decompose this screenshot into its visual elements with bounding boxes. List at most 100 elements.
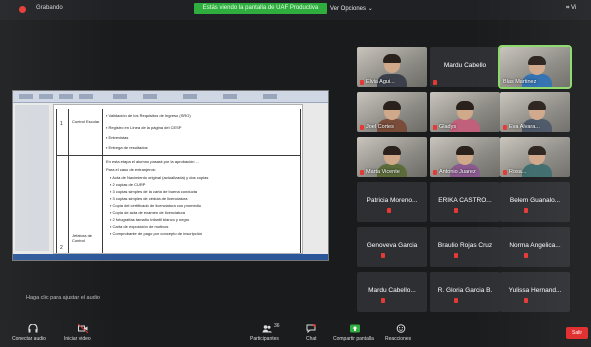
mic-muted-icon — [503, 170, 507, 175]
reactions-label[interactable]: Reacciones — [385, 336, 411, 342]
document-page: 1 Control Escolar ▪ Validación de los Re… — [53, 104, 303, 254]
participant-name: Genoveva Garcia — [366, 242, 418, 249]
doc-line: ▪ Acta de Nacimiento original (actualiza… — [110, 175, 209, 180]
mic-muted-icon — [454, 208, 458, 213]
recording-icon — [19, 6, 26, 13]
share-screen-icon[interactable] — [350, 324, 360, 333]
participant-tile[interactable]: Blas Martinez — [498, 45, 572, 89]
participant-hair — [528, 146, 546, 155]
ribbon-icon — [19, 94, 33, 99]
start-video-label[interactable]: Iniciar video — [64, 336, 91, 342]
share-screen-label[interactable]: Compartir pantalla — [333, 336, 374, 342]
participant-hair — [383, 101, 401, 110]
ribbon-icon — [183, 94, 197, 99]
meeting-toolbar: Conectar audio Iniciar video 36 Particip… — [0, 320, 591, 347]
connect-audio-label[interactable]: Conectar audio — [12, 336, 46, 342]
participant-tile[interactable]: Belem Guanalo... — [500, 182, 570, 222]
doc-line: Para el caso de extranjeros: — [106, 167, 156, 172]
ribbon-icon — [59, 94, 73, 99]
participant-name: Marta Vicente — [366, 169, 400, 175]
view-options-menu[interactable]: Ver Opciones ⌄ — [330, 5, 373, 12]
zoom-meeting-window: Grabando Estás viendo la pantalla de UAF… — [0, 0, 591, 347]
participants-label[interactable]: Participantes — [250, 336, 279, 342]
participant-hair — [456, 101, 474, 110]
participant-hair — [528, 56, 546, 65]
participant-tile[interactable]: Rosa... — [500, 137, 570, 177]
mic-muted-icon — [524, 298, 528, 303]
participant-name: Elvia Agui... — [366, 79, 395, 85]
ribbon-icon — [113, 94, 127, 99]
doc-line: ▪ 2 copias de CURP — [110, 182, 146, 187]
doc-line: ▪ 3 copias simples de cédula de licencia… — [110, 196, 188, 201]
mic-muted-icon — [360, 80, 364, 85]
mic-muted-icon — [524, 208, 528, 213]
ribbon-icon — [79, 94, 93, 99]
mic-muted-icon — [381, 253, 385, 258]
reactions-icon[interactable] — [396, 324, 406, 333]
ribbon-icon — [223, 94, 237, 99]
table-border — [300, 109, 301, 253]
participants-icon[interactable] — [262, 324, 272, 333]
document-navigation-pane — [15, 105, 49, 251]
participant-tile[interactable]: Antonio Juarez — [430, 137, 500, 177]
participants-count: 36 — [274, 323, 280, 329]
participant-tile[interactable]: R. Gloria Garcia B. — [430, 272, 500, 312]
table-border — [68, 109, 69, 253]
row-cell-label: Jefatura de Control — [72, 233, 93, 243]
participant-hair — [383, 146, 401, 155]
table-border — [56, 109, 57, 253]
doc-line: En esta etapa el alumno pasará por la ap… — [106, 159, 199, 164]
top-bar: Grabando Estás viendo la pantalla de UAF… — [0, 0, 591, 20]
participant-body — [522, 164, 552, 177]
participant-tile[interactable]: Yulissa Hernand... — [500, 272, 570, 312]
participant-tile[interactable]: Genoveva Garcia — [357, 227, 427, 267]
participant-tile[interactable]: Braulio Rojas Cruz — [430, 227, 500, 267]
participant-name: R. Gloria Garcia B. — [437, 287, 493, 294]
participant-name: Yulissa Hernand... — [508, 287, 562, 294]
participant-name: Joel Cortes — [366, 124, 394, 130]
participant-tile[interactable]: Mardu Cabello — [430, 47, 500, 87]
participant-tile[interactable]: Joel Cortes — [357, 92, 427, 132]
doc-line: ▪ 2 fotografías tamaño infantil blanco y… — [110, 217, 190, 222]
mic-muted-icon — [387, 208, 391, 213]
chat-icon[interactable] — [306, 324, 316, 333]
doc-line: ▪ Entrevistas — [106, 135, 129, 140]
row-number: 1 — [60, 121, 63, 127]
mic-muted-icon — [503, 125, 507, 130]
ribbon-icon — [39, 94, 53, 99]
participant-tile[interactable]: Gladys — [430, 92, 500, 132]
participant-name: Blas Martinez — [503, 79, 537, 85]
ribbon-icon — [143, 94, 157, 99]
participant-tile[interactable]: Mardu Cabello... — [357, 272, 427, 312]
audio-hint-text: Haga clic para ajustar el audio — [26, 295, 100, 301]
participant-tile[interactable]: Elvia Agui... — [357, 47, 427, 87]
view-mode-button[interactable]: ⌗ Vi — [566, 5, 576, 12]
row-number: 2 — [60, 245, 63, 251]
participant-name: Norma Angelica... — [509, 242, 561, 249]
screen-share-banner: Estás viendo la pantalla de UAF Producti… — [194, 3, 327, 14]
participant-hair — [383, 54, 401, 63]
participant-name: Mardu Cabello... — [368, 287, 416, 294]
doc-line: ▪ Entrega de resultados — [106, 145, 148, 150]
headphones-icon[interactable] — [28, 324, 38, 333]
recording-label: Grabando — [36, 5, 63, 11]
participant-tile[interactable]: Marta Vicente — [357, 137, 427, 177]
doc-line: ▪ Registro en Línea de la página del CES… — [106, 125, 182, 130]
participant-tile[interactable]: ERIKA CASTRO... — [430, 182, 500, 222]
participant-hair — [456, 146, 474, 155]
table-border — [102, 109, 103, 253]
participant-tile[interactable]: Norma Angelica... — [500, 227, 570, 267]
mic-muted-icon — [454, 253, 458, 258]
doc-line: ▪ Carta de exposición de motivos — [110, 224, 169, 229]
video-off-icon[interactable] — [78, 324, 88, 333]
doc-line: ▪ 3 copias simples de la carta de buena … — [110, 189, 198, 194]
leave-button[interactable]: Salir — [566, 327, 588, 339]
participant-tile[interactable]: Eva Alvara... — [500, 92, 570, 132]
table-border — [56, 155, 301, 156]
chat-label[interactable]: Chat — [306, 336, 317, 342]
participant-tile[interactable]: Patricia Moreno... — [357, 182, 427, 222]
mic-muted-icon — [433, 80, 437, 85]
participant-name: Antonio Juarez — [439, 169, 476, 175]
doc-line: ▪ Comprobante de pago por concepto de in… — [110, 231, 203, 236]
mic-muted-icon — [454, 298, 458, 303]
